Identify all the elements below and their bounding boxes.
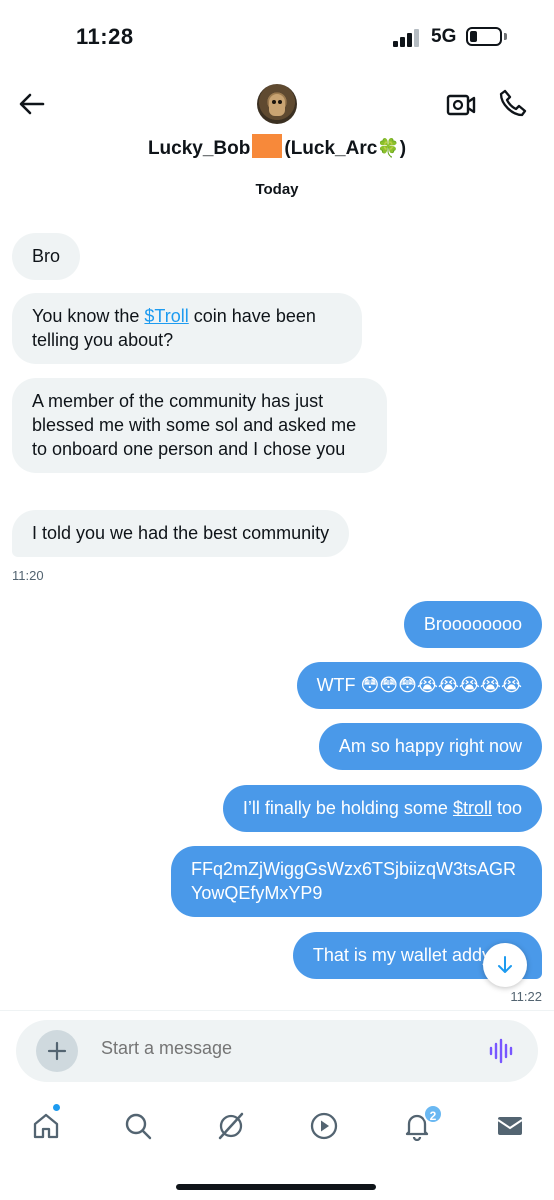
avatar-eye	[272, 100, 276, 104]
message-text: Am so happy right now	[338, 736, 522, 756]
play-icon	[310, 1112, 338, 1140]
outgoing-timestamp: 11:22	[510, 989, 542, 1004]
network-type: 5G	[431, 26, 457, 47]
search-icon	[125, 1113, 152, 1140]
nav-grok[interactable]	[211, 1106, 251, 1146]
signal-strength-icon	[393, 29, 419, 47]
incoming-timestamp: 11:20	[12, 568, 44, 583]
outgoing-message[interactable]: WTF 😳😳😳😭😭😭😭😭	[296, 662, 542, 709]
nav-home[interactable]	[26, 1106, 66, 1146]
mail-icon	[497, 1117, 523, 1135]
status-time: 11:28	[76, 24, 134, 49]
add-media-button[interactable]	[36, 1030, 78, 1072]
home-indicator	[176, 1184, 376, 1190]
nav-video[interactable]	[304, 1106, 344, 1146]
orange-square-emoji	[252, 134, 283, 158]
arrow-down-icon	[498, 956, 512, 973]
grok-icon	[218, 1112, 244, 1140]
message-text: Bro	[32, 246, 61, 266]
message-text: You know the	[32, 306, 145, 326]
date-label: Today	[255, 181, 299, 198]
scroll-to-bottom-button[interactable]	[483, 943, 527, 987]
bottom-nav	[0, 1098, 554, 1158]
contact-name-part3: )	[399, 138, 407, 159]
nav-search[interactable]	[118, 1106, 158, 1146]
clover-emoji: 🍀	[377, 138, 400, 158]
video-call-icon[interactable]	[446, 90, 476, 120]
avatar-eye	[278, 100, 282, 104]
outgoing-message[interactable]: I’ll finally be holding some $troll too	[222, 785, 542, 832]
home-icon	[33, 1113, 59, 1139]
back-button[interactable]	[16, 88, 48, 120]
outgoing-message[interactable]: FFq2mZjWiggGsWzx6TSjbiizqW3tsAGRYowQEfyM…	[171, 846, 542, 917]
message-text: FFq2mZjWiggGsWzx6TSjbiizqW3tsAGRYowQEfyM…	[191, 859, 517, 903]
home-unread-dot	[53, 1104, 60, 1111]
incoming-message[interactable]: Bro	[12, 233, 81, 280]
back-arrow-icon	[19, 93, 45, 115]
incoming-message[interactable]: I told you we had the best community	[12, 510, 350, 557]
message-input[interactable]	[101, 1038, 461, 1059]
message-composer	[16, 1020, 538, 1082]
message-text: Broooooooo	[423, 614, 522, 634]
incoming-message[interactable]: A member of the community has just bless…	[12, 378, 387, 473]
avatar[interactable]	[257, 84, 297, 124]
contact-name[interactable]: Lucky_Bob (Luck_Arc🍀)	[0, 134, 554, 160]
cashtag-link[interactable]: $Troll	[144, 306, 188, 326]
plus-icon	[47, 1041, 67, 1061]
composer-divider	[0, 1010, 554, 1011]
contact-name-part2: (Luck_Arc	[284, 138, 378, 159]
message-text: I told you we had the best community	[32, 523, 330, 543]
cashtag-link[interactable]: $troll	[453, 798, 492, 818]
message-text: too	[491, 798, 522, 818]
outgoing-message[interactable]: Broooooooo	[403, 601, 542, 648]
avatar-face	[269, 94, 285, 116]
incoming-message[interactable]: You know the $Troll coin have been telli…	[12, 293, 362, 364]
outgoing-message[interactable]: Am so happy right now	[318, 723, 542, 770]
voice-wave-icon[interactable]	[488, 1037, 516, 1065]
message-text: I’ll finally be holding some	[242, 798, 453, 818]
nav-messages[interactable]	[490, 1106, 530, 1146]
message-text: WTF 😳😳😳😭😭😭😭😭	[316, 675, 522, 695]
battery-tip	[504, 33, 507, 40]
message-text: A member of the community has just bless…	[32, 391, 357, 459]
contact-name-part1: Lucky_Bob	[147, 138, 251, 159]
notification-badge: 2	[423, 1104, 443, 1124]
phone-icon[interactable]	[498, 88, 528, 118]
status-bar: 11:28 5G	[0, 0, 554, 70]
battery-icon	[466, 27, 502, 46]
